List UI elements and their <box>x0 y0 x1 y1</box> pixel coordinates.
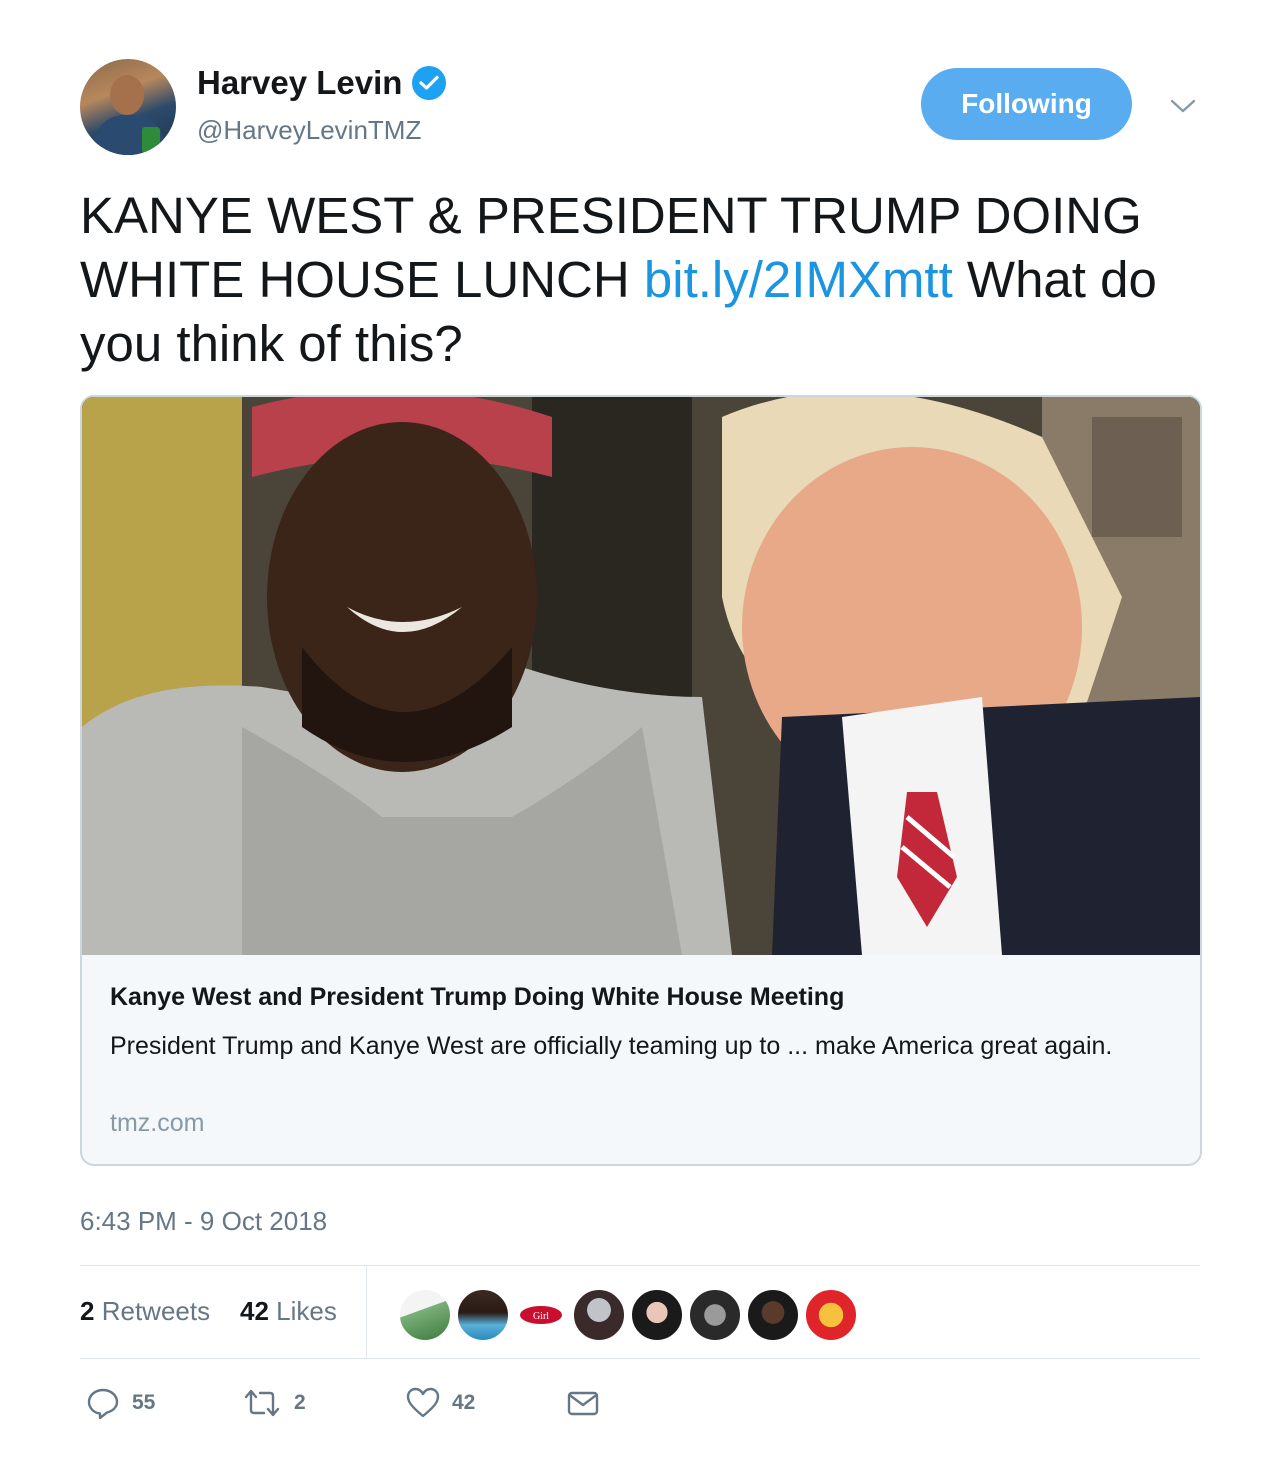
retweets-stat[interactable]: 2 Retweets <box>80 1296 210 1327</box>
liker-avatar[interactable] <box>688 1288 742 1342</box>
liker-avatar[interactable]: Girl <box>514 1288 568 1342</box>
author-name-row: Harvey Levin <box>197 64 447 102</box>
tweet-text: KANYE WEST & PRESIDENT TRUMP DOING WHITE… <box>80 184 1220 376</box>
verified-badge-icon <box>412 66 447 100</box>
following-button[interactable]: Following <box>921 68 1132 140</box>
stats-separator <box>366 1266 367 1358</box>
card-title: Kanye West and President Trump Doing Whi… <box>110 983 845 1011</box>
like-button[interactable]: 42 <box>406 1386 475 1420</box>
retweet-button[interactable]: 2 <box>242 1386 306 1420</box>
author-handle[interactable]: @HarveyLevinTMZ <box>197 115 421 146</box>
reply-count: 55 <box>132 1391 156 1414</box>
card-image[interactable] <box>82 397 1200 955</box>
card-description: President Trump and Kanye West are offic… <box>110 1032 1113 1060</box>
retweet-count: 2 <box>294 1391 306 1414</box>
likes-stat[interactable]: 42 Likes <box>240 1296 337 1327</box>
retweets-label: Retweets <box>101 1296 211 1326</box>
retweet-icon <box>244 1389 280 1417</box>
envelope-icon <box>567 1391 599 1416</box>
retweets-count: 2 <box>80 1296 95 1326</box>
divider-bottom <box>80 1358 1200 1359</box>
reply-icon <box>87 1388 119 1420</box>
liker-avatar[interactable] <box>398 1288 452 1342</box>
link-card[interactable]: Kanye West and President Trump Doing Whi… <box>80 395 1202 1166</box>
reply-button[interactable]: 55 <box>86 1386 155 1420</box>
heart-icon <box>406 1387 440 1418</box>
tweet-actions: 55 2 42 <box>80 1380 1200 1430</box>
stats-row: 2 Retweets 42 Likes Girl <box>80 1266 1200 1358</box>
avatar-face <box>110 75 144 115</box>
girl-logo-icon: Girl <box>520 1306 562 1324</box>
card-domain: tmz.com <box>110 1109 205 1137</box>
author-avatar[interactable] <box>80 59 176 155</box>
liker-avatar[interactable] <box>804 1288 858 1342</box>
likes-count: 42 <box>240 1296 269 1326</box>
like-count: 42 <box>452 1391 476 1414</box>
author-name[interactable]: Harvey Levin <box>197 64 402 102</box>
tweet-link[interactable]: bit.ly/2IMXmtt <box>644 251 953 308</box>
liker-avatar[interactable] <box>630 1288 684 1342</box>
svg-text:Girl: Girl <box>533 1311 549 1322</box>
card-photo <box>82 397 1200 955</box>
tweet-timestamp[interactable]: 6:43 PM - 9 Oct 2018 <box>80 1206 327 1237</box>
likes-label: Likes <box>276 1296 337 1326</box>
avatar-cup <box>142 127 160 153</box>
liker-avatar[interactable] <box>746 1288 800 1342</box>
liker-avatar[interactable] <box>456 1288 510 1342</box>
direct-message-button[interactable] <box>566 1386 600 1420</box>
chevron-down-icon[interactable] <box>1170 98 1196 114</box>
liker-avatar[interactable] <box>572 1288 626 1342</box>
